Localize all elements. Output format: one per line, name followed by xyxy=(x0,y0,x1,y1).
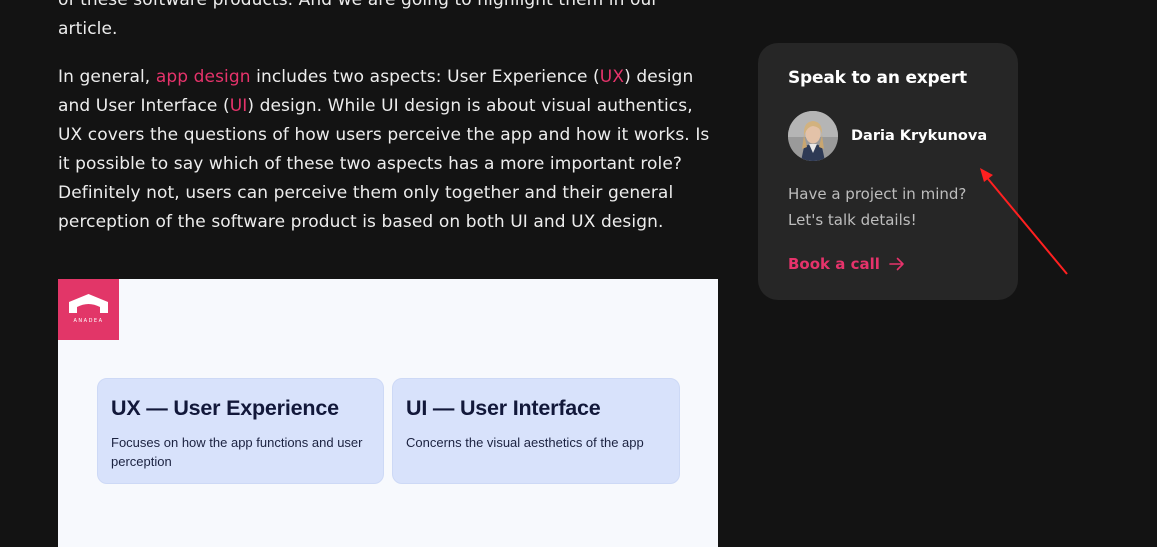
expert-message-line-1: Have a project in mind? xyxy=(788,185,967,203)
expert-name: Daria Krykunova xyxy=(851,128,988,144)
ux-card-title: UX — User Experience xyxy=(111,396,339,420)
ui-card-description: Concerns the visual aesthetics of the ap… xyxy=(406,435,644,450)
paragraph-1-partial-line: of these software products. And we are g… xyxy=(58,0,659,10)
ux-card-description: Focuses on how the app functions and use… xyxy=(111,435,363,469)
paragraph-2-part-1: In general, xyxy=(58,67,156,87)
expert-card-title: Speak to an expert xyxy=(788,68,967,88)
ux-ui-figure: ANADEA UX — User Experience Focuses on h… xyxy=(58,279,718,547)
article-paragraph-1: of these software products. And we are g… xyxy=(58,0,718,39)
ui-link[interactable]: UI xyxy=(230,96,248,116)
arrow-right-icon xyxy=(889,257,904,271)
paragraph-2-part-4: ) design. While UI design is about visua… xyxy=(58,96,710,232)
expert-person: Daria Krykunova xyxy=(788,111,987,161)
ux-card: UX — User Experience Focuses on how the … xyxy=(97,378,384,484)
logo-wordmark: ANADEA xyxy=(73,318,104,324)
expert-message-line-2: Let's talk details! xyxy=(788,211,917,229)
ux-link[interactable]: UX xyxy=(600,67,624,87)
avatar xyxy=(788,111,838,161)
expert-card: Speak to an expert Daria Krykunova Have … xyxy=(758,43,1018,300)
ui-card-title: UI — User Interface xyxy=(406,396,601,420)
app-design-link[interactable]: app design xyxy=(156,67,251,87)
article-paragraph-2: In general, app design includes two aspe… xyxy=(58,63,718,237)
book-a-call-label: Book a call xyxy=(788,255,880,273)
anadea-logo: ANADEA xyxy=(58,279,119,340)
paragraph-1-end: article. xyxy=(58,19,118,39)
book-a-call-button[interactable]: Book a call xyxy=(788,255,905,273)
ui-card: UI — User Interface Concerns the visual … xyxy=(392,378,680,484)
article-body: of these software products. And we are g… xyxy=(58,0,718,237)
avatar-photo-icon xyxy=(788,111,838,161)
expert-message: Have a project in mind? Let's talk detai… xyxy=(788,181,966,233)
logo-house-icon xyxy=(69,294,108,313)
paragraph-2-part-2: includes two aspects: User Experience ( xyxy=(250,67,600,87)
